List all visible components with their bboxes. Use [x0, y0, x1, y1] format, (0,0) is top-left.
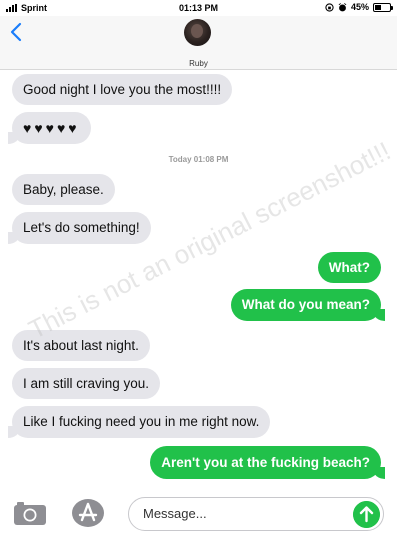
camera-icon[interactable] [13, 500, 47, 526]
message-field[interactable] [128, 497, 384, 531]
composer-bar [0, 488, 397, 546]
orientation-lock-icon [325, 2, 334, 12]
contact-name[interactable]: Ruby [0, 59, 397, 68]
message-bubble-received: Baby, please. [12, 174, 115, 205]
message-bubble-sent: What? [317, 252, 381, 283]
message-bubble-sent: What do you mean? [230, 289, 386, 321]
alarm-icon [338, 2, 347, 11]
send-arrow-icon[interactable] [353, 501, 380, 528]
battery-percent: 45% [350, 2, 369, 12]
message-bubble-received: I am still craving you. [12, 368, 161, 399]
status-bar: Sprint 01:13 PM 45% [0, 0, 397, 16]
battery-icon [373, 2, 393, 12]
message-bubble-sent: Aren't you at the fucking beach? [150, 446, 385, 479]
chevron-left-icon[interactable] [8, 22, 24, 42]
message-input[interactable] [143, 506, 343, 521]
contact-avatar[interactable] [184, 19, 211, 46]
conversation-header: Ruby [0, 16, 397, 70]
message-bubble-received: Like I fucking need you in me right now. [7, 406, 271, 438]
message-bubble-received: ♥♥♥♥♥ [8, 112, 91, 144]
message-bubble-received: Good night I love you the most!!!! [12, 74, 233, 105]
message-bubble-received: It's about last night. [12, 330, 150, 361]
app-store-icon[interactable] [71, 498, 105, 528]
message-bubble-received: Let's do something! [8, 212, 151, 244]
hearts-text: ♥♥♥♥♥ [23, 120, 80, 136]
status-right: 45% [325, 2, 393, 12]
message-timestamp: Today 01:08 PM [168, 155, 229, 164]
